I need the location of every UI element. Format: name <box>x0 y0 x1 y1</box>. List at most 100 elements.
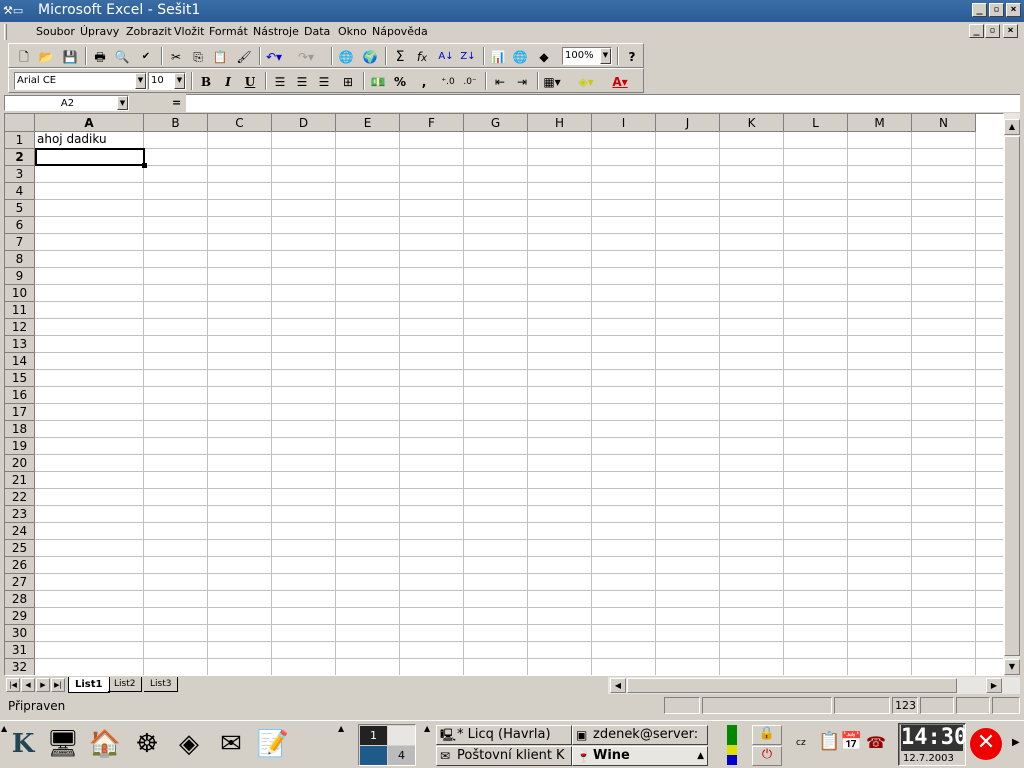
desktop-3[interactable] <box>360 746 387 765</box>
column-header-F[interactable]: F <box>400 114 464 132</box>
last-sheet-icon[interactable]: ▶| <box>51 678 65 692</box>
doc-minimize-button[interactable]: _ <box>969 24 984 38</box>
row-header-31[interactable]: 31 <box>5 642 35 659</box>
new-icon[interactable]: 🗋 <box>13 46 35 68</box>
merge-center-icon[interactable]: ⊞ <box>337 71 359 93</box>
row-header-29[interactable]: 29 <box>5 608 35 625</box>
menu-vlozit[interactable]: Vložit <box>174 25 204 38</box>
row-header-5[interactable]: 5 <box>5 200 35 217</box>
next-sheet-icon[interactable]: ▶ <box>36 678 50 692</box>
first-sheet-icon[interactable]: |◀ <box>6 678 20 692</box>
copy-icon[interactable]: ⎘ <box>187 46 209 68</box>
task-licq[interactable]: 🖳 * Licq (Havrla) <box>436 725 572 745</box>
doc-close-button[interactable]: × <box>1003 24 1018 38</box>
fill-color-icon[interactable]: ◈▾ <box>575 71 597 93</box>
prev-sheet-icon[interactable]: ◀ <box>21 678 35 692</box>
clock[interactable]: 14:30 12.7.2003 <box>898 723 967 766</box>
row-header-12[interactable]: 12 <box>5 319 35 336</box>
row-header-9[interactable]: 9 <box>5 268 35 285</box>
format-painter-icon[interactable]: 🖌 <box>233 46 255 68</box>
menu-okno[interactable]: Okno <box>338 25 367 38</box>
knotes-icon[interactable]: 📅 <box>840 731 862 752</box>
sheet-tab-list2[interactable]: List2 <box>108 677 143 692</box>
chevron-down-icon[interactable]: ▼ <box>117 96 128 110</box>
column-header-B[interactable]: B <box>144 114 208 132</box>
print-icon[interactable]: 🖶 <box>89 46 111 68</box>
row-header-19[interactable]: 19 <box>5 438 35 455</box>
konqueror-icon[interactable]: ☸ <box>130 727 164 761</box>
maximize-button[interactable]: ▫ <box>989 3 1004 17</box>
increase-indent-icon[interactable]: ⇥ <box>511 71 533 93</box>
column-header-N[interactable]: N <box>912 114 976 132</box>
menu-soubor[interactable]: Soubor <box>36 25 75 38</box>
open-icon[interactable]: 📂 <box>35 46 57 68</box>
cell-A1[interactable]: ahoj dadiku <box>37 132 107 146</box>
vertical-scroll-thumb[interactable] <box>1004 136 1020 656</box>
column-header-C[interactable]: C <box>208 114 272 132</box>
menu-napoveda[interactable]: Nápověda <box>372 25 428 38</box>
scroll-up-icon[interactable]: ▲ <box>1004 119 1020 135</box>
spelling-icon[interactable]: ✔ <box>135 46 157 68</box>
help-icon[interactable]: ? <box>621 46 643 68</box>
kde-menu-icon[interactable]: K <box>6 727 40 761</box>
logout-icon[interactable]: ⏻ <box>752 746 782 766</box>
row-header-1[interactable]: 1 <box>5 132 35 149</box>
row-header-6[interactable]: 6 <box>5 217 35 234</box>
row-header-17[interactable]: 17 <box>5 404 35 421</box>
horizontal-scroll-thumb[interactable] <box>627 678 957 693</box>
chevron-down-icon[interactable]: ▼ <box>600 48 611 64</box>
column-header-E[interactable]: E <box>336 114 400 132</box>
column-header-L[interactable]: L <box>784 114 848 132</box>
chart-wizard-icon[interactable]: 📊 <box>487 46 509 68</box>
spreadsheet-grid[interactable]: ABCDEFGHIJKLMN 1 2 3 4 5 6 7 8 9 10 11 12 13 14 15 16 17… <box>4 113 1004 676</box>
row-header-15[interactable]: 15 <box>5 370 35 387</box>
row-header-13[interactable]: 13 <box>5 336 35 353</box>
kword-icon[interactable]: 📝 <box>256 727 290 761</box>
row-header-18[interactable]: 18 <box>5 421 35 438</box>
keyboard-layout[interactable]: cz <box>796 738 806 748</box>
decrease-indent-icon[interactable]: ⇤ <box>489 71 511 93</box>
task-terminal[interactable]: ▣ zdenek@server: <box>572 725 708 745</box>
align-center-icon[interactable]: ☰ <box>291 71 313 93</box>
row-header-14[interactable]: 14 <box>5 353 35 370</box>
close-icon[interactable]: ✕ <box>970 728 1002 760</box>
desktop-2[interactable] <box>388 726 415 745</box>
klipper-icon[interactable]: 📋 <box>818 731 840 752</box>
map-icon[interactable]: 🌐 <box>509 46 531 68</box>
horizontal-scrollbar[interactable]: ◀ ▶ <box>608 677 1020 694</box>
sheet-tab-list1[interactable]: List1 <box>68 677 110 693</box>
row-header-20[interactable]: 20 <box>5 455 35 472</box>
row-header-23[interactable]: 23 <box>5 506 35 523</box>
drawing-icon[interactable]: ◆ <box>533 46 555 68</box>
sheet-tab-list3[interactable]: List3 <box>144 677 179 692</box>
row-header-2[interactable]: 2 <box>5 149 35 166</box>
decrease-decimal-icon[interactable]: .0⁻ <box>459 71 481 93</box>
home-folder-icon[interactable]: 🏠 <box>88 727 122 761</box>
column-header-J[interactable]: J <box>656 114 720 132</box>
borders-icon[interactable]: ▦▾ <box>541 71 563 93</box>
close-button[interactable]: × <box>1006 3 1021 17</box>
bold-button[interactable]: B <box>195 71 217 93</box>
row-header-4[interactable]: 4 <box>5 183 35 200</box>
align-left-icon[interactable]: ☰ <box>269 71 291 93</box>
undo-icon[interactable]: ↶▾ <box>263 46 285 68</box>
hyperlink-icon[interactable]: 🌐 <box>335 46 357 68</box>
font-size-select[interactable]: 10 ▼ <box>148 72 186 90</box>
lock-screen-icon[interactable]: 🔒 <box>752 725 782 745</box>
modem-icon[interactable]: ☎ <box>866 733 886 752</box>
currency-icon[interactable]: 💵 <box>367 71 389 93</box>
autosum-icon[interactable]: Σ <box>389 46 411 68</box>
column-header-G[interactable]: G <box>464 114 528 132</box>
task-mail[interactable]: ✉ Poštovní klient K <box>436 746 572 766</box>
menu-data[interactable]: Data <box>304 25 330 38</box>
select-all-button[interactable] <box>5 114 35 132</box>
column-header-D[interactable]: D <box>272 114 336 132</box>
vertical-scrollbar[interactable]: ▲ ▼ <box>1004 113 1020 676</box>
desktop-1[interactable]: 1 <box>360 726 387 745</box>
excel-app-icon[interactable]: ⚒▭ <box>3 3 35 18</box>
column-header-M[interactable]: M <box>848 114 912 132</box>
menu-upravy[interactable]: Úpravy <box>80 25 119 38</box>
redo-icon[interactable]: ↷▾ <box>295 46 317 68</box>
row-header-7[interactable]: 7 <box>5 234 35 251</box>
row-header-28[interactable]: 28 <box>5 591 35 608</box>
